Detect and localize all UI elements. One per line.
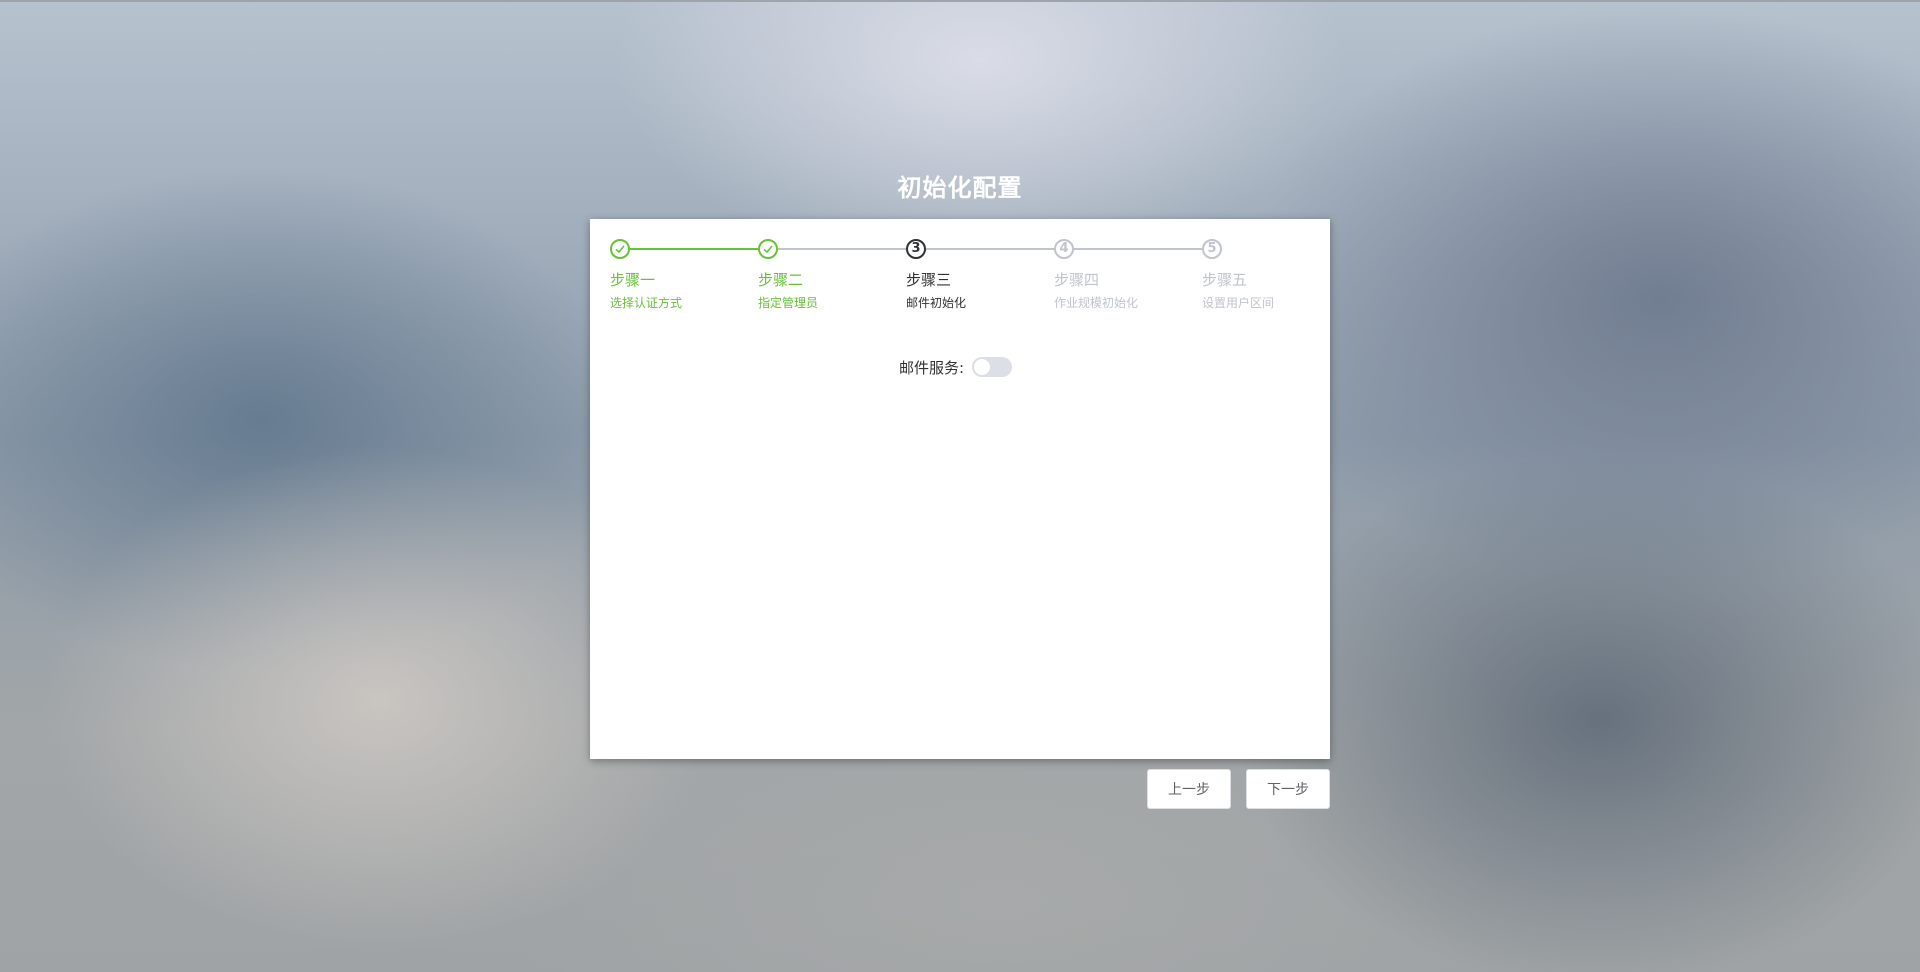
mail-service-label: 邮件服务: (899, 358, 965, 377)
step-description: 作业规模初始化 (1054, 296, 1139, 310)
mail-service-row: 邮件服务: (899, 355, 1013, 379)
step-description: 邮件初始化 (906, 296, 967, 310)
step-title: 步骤一 (610, 271, 656, 289)
step-number: 5 (1202, 239, 1222, 259)
step-description: 指定管理员 (758, 296, 819, 310)
step-number: 3 (906, 239, 926, 259)
step-title: 步骤三 (906, 271, 952, 289)
check-icon (758, 239, 778, 259)
step-description: 设置用户区间 (1202, 296, 1275, 310)
step-description: 选择认证方式 (610, 296, 683, 310)
wizard-panel: 步骤一 选择认证方式 步骤二 指定管理员 3 步骤三 邮件初始化 4 步骤四 作… (590, 219, 1330, 759)
page-title: 初始化配置 (897, 174, 1023, 202)
step-title: 步骤五 (1202, 271, 1248, 289)
next-step-button[interactable]: 下一步 (1246, 769, 1330, 809)
mail-service-toggle[interactable] (972, 357, 1013, 377)
top-border (0, 0, 1920, 2)
step-number: 4 (1054, 239, 1074, 259)
previous-step-button[interactable]: 上一步 (1147, 769, 1231, 809)
step-title: 步骤二 (758, 271, 804, 289)
steps-bar: 步骤一 选择认证方式 步骤二 指定管理员 3 步骤三 邮件初始化 4 步骤四 作… (610, 239, 1310, 319)
check-icon (610, 239, 630, 259)
step-connector (926, 248, 1054, 250)
step-connector (630, 248, 758, 250)
step-connector (778, 248, 906, 250)
toggle-knob (974, 359, 991, 375)
step-connector (1074, 248, 1202, 250)
step-title: 步骤四 (1054, 271, 1100, 289)
